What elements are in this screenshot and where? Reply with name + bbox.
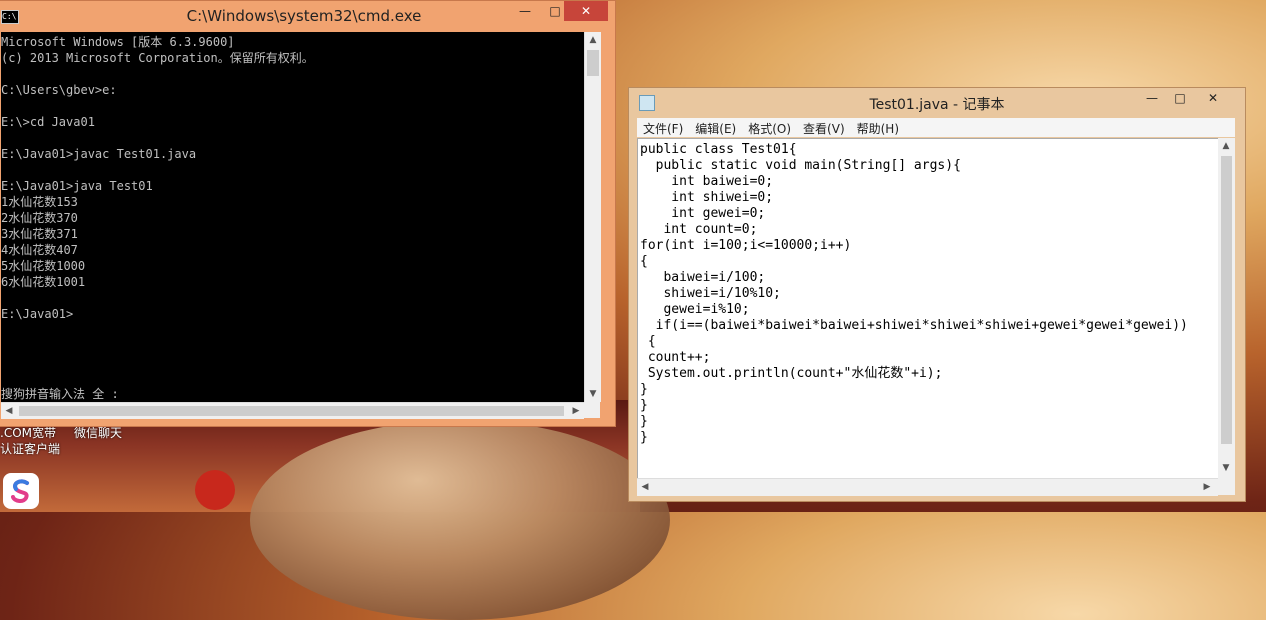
notepad-window[interactable]: Test01.java - 记事本 — □ ✕ 文件(F) 编辑(E) 格式(O) 查…: [628, 87, 1246, 502]
scroll-down-arrow-icon[interactable]: ▼: [1218, 460, 1234, 476]
cmd-console-area[interactable]: Microsoft Windows [版本 6.3.9600] (c) 2013…: [1, 32, 584, 402]
scroll-down-arrow-icon[interactable]: ▼: [585, 386, 601, 402]
notepad-vertical-scrollbar[interactable]: ▲ ▼: [1218, 138, 1235, 478]
menu-help[interactable]: 帮助(H): [851, 118, 905, 137]
menu-edit[interactable]: 编辑(E): [689, 118, 742, 137]
notepad-minimize-button[interactable]: —: [1137, 88, 1167, 108]
notepad-vertical-scroll-thumb[interactable]: [1221, 156, 1232, 444]
notepad-text-editor[interactable]: public class Test01{ public static void …: [637, 138, 1220, 480]
scroll-left-arrow-icon[interactable]: ◀: [1, 403, 17, 419]
cmd-scroll-corner: [584, 402, 600, 418]
cmd-titlebar[interactable]: C:\ C:\Windows\system32\cmd.exe — □ ✕: [0, 1, 615, 32]
scroll-right-arrow-icon[interactable]: ▶: [568, 403, 584, 419]
notepad-scroll-corner: [1218, 478, 1235, 495]
desktop-red-decoration: [195, 470, 235, 510]
notepad-menubar: 文件(F) 编辑(E) 格式(O) 查看(V) 帮助(H): [637, 118, 1235, 137]
notepad-horizontal-scrollbar[interactable]: ◀ ▶: [637, 478, 1218, 496]
scroll-up-arrow-icon[interactable]: ▲: [1218, 138, 1234, 154]
notepad-close-button[interactable]: ✕: [1191, 88, 1235, 108]
sogou-app-icon[interactable]: [3, 473, 39, 509]
sogou-s-logo-icon: [11, 479, 29, 503]
cmd-window[interactable]: C:\ C:\Windows\system32\cmd.exe — □ ✕ Mi…: [0, 0, 616, 427]
menu-format[interactable]: 格式(O): [742, 118, 797, 137]
notepad-source-code: public class Test01{ public static void …: [640, 142, 1188, 445]
menu-view[interactable]: 查看(V): [797, 118, 851, 137]
cmd-vertical-scrollbar[interactable]: ▲ ▼: [584, 32, 601, 402]
scroll-up-arrow-icon[interactable]: ▲: [585, 32, 601, 48]
cmd-close-button[interactable]: ✕: [564, 1, 608, 21]
desktop-globe-decoration: [250, 420, 670, 620]
cmd-console-output: Microsoft Windows [版本 6.3.9600] (c) 2013…: [1, 35, 314, 401]
scroll-right-arrow-icon[interactable]: ▶: [1199, 479, 1215, 495]
menu-file[interactable]: 文件(F): [637, 118, 689, 137]
cmd-horizontal-scrollbar[interactable]: ◀ ▶: [1, 402, 584, 419]
desktop-icon-label-auth-client[interactable]: 认证客户端: [0, 440, 60, 457]
notepad-titlebar[interactable]: Test01.java - 记事本 — □ ✕: [629, 88, 1245, 116]
cmd-vertical-scroll-thumb[interactable]: [587, 50, 599, 76]
scroll-left-arrow-icon[interactable]: ◀: [637, 479, 653, 495]
cmd-minimize-button[interactable]: —: [510, 1, 540, 21]
cmd-horizontal-scroll-thumb[interactable]: [19, 406, 564, 416]
